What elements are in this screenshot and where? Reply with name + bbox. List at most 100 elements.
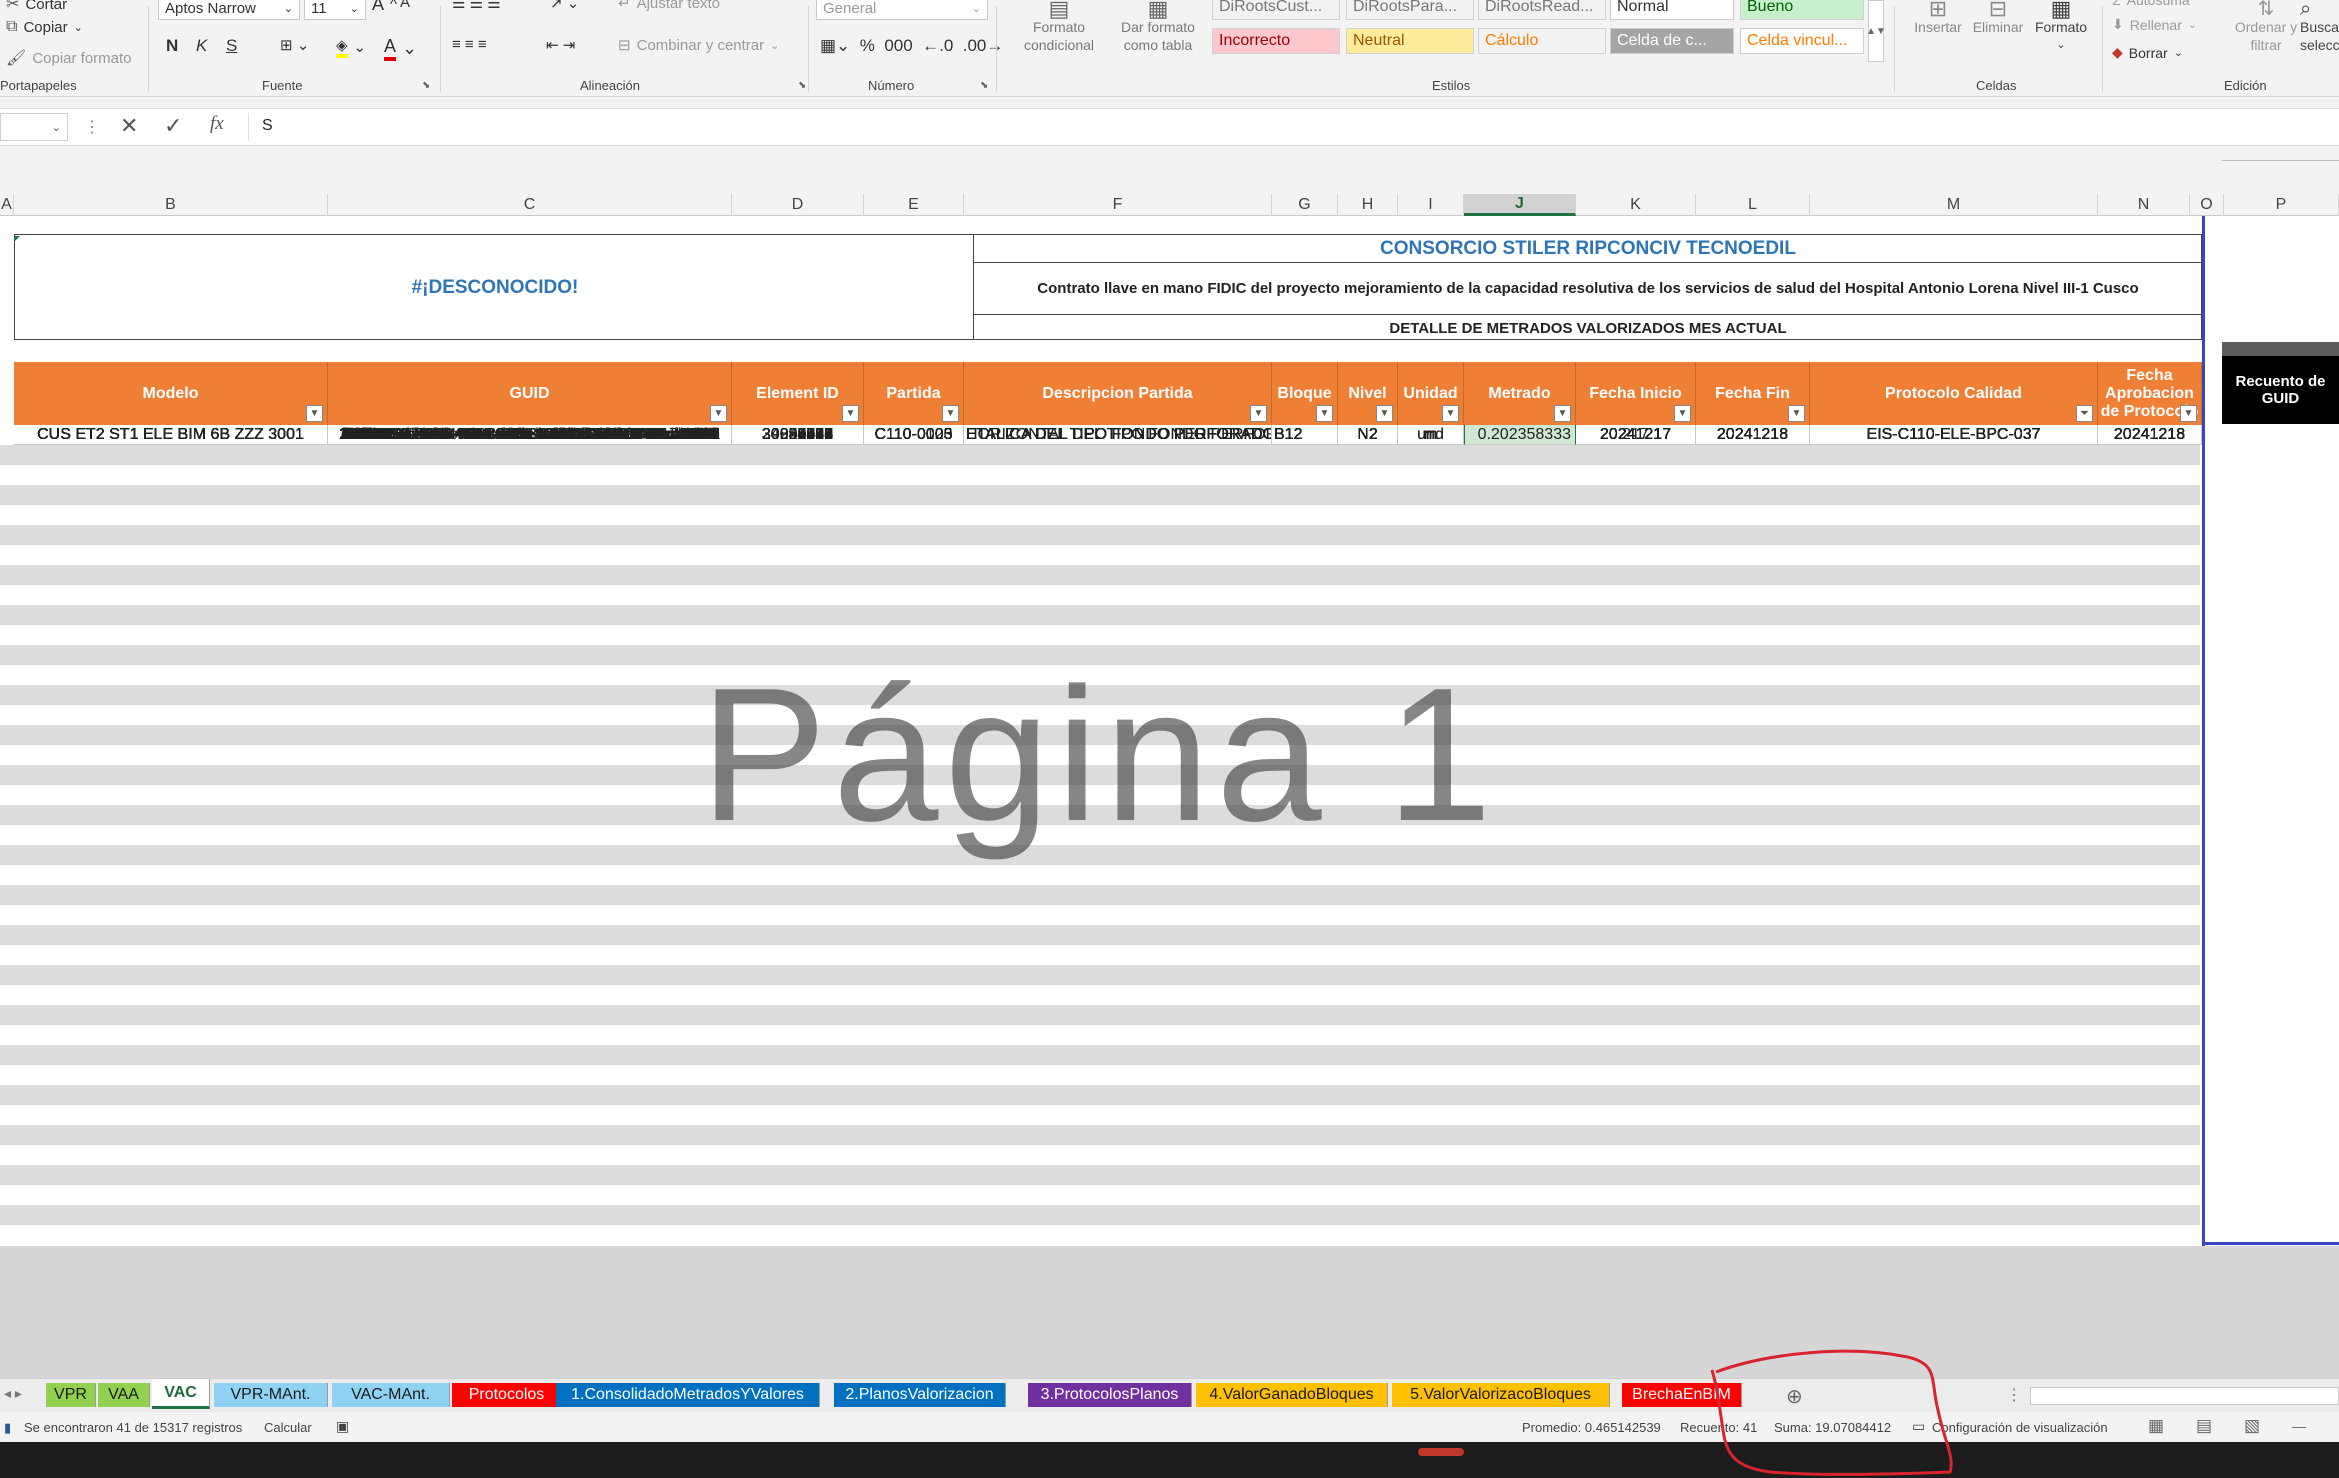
filter-dropdown-icon[interactable]: ▼: [1554, 405, 1571, 422]
cell-style-item[interactable]: Cálculo: [1478, 28, 1606, 54]
column-header-c[interactable]: C: [328, 194, 732, 216]
cell-style-item[interactable]: Incorrecto: [1212, 28, 1340, 54]
table-cell[interactable]: C110-0003: [864, 425, 964, 445]
italic-button[interactable]: K: [196, 36, 207, 56]
filter-dropdown-icon[interactable]: ▼: [1376, 405, 1393, 422]
sheet-tab[interactable]: 5.ValorValorizacoBloques: [1392, 1383, 1610, 1407]
sheet-tab[interactable]: 3.ProtocolosPlanos: [1028, 1383, 1192, 1407]
zoom-out-icon[interactable]: —: [2292, 1418, 2306, 1434]
column-header-i[interactable]: I: [1398, 194, 1464, 216]
cell-style-item[interactable]: DiRootsCust...: [1212, 0, 1340, 20]
sheet-tab[interactable]: VPR: [46, 1383, 96, 1407]
sheet-tab[interactable]: 4.ValorGanadoBloques: [1196, 1383, 1388, 1407]
calculate-button[interactable]: Calcular: [264, 1420, 312, 1435]
format-button[interactable]: ▦ Formato ⌄: [2028, 0, 2094, 54]
column-header-l[interactable]: L: [1696, 194, 1810, 216]
cell-style-item[interactable]: DiRootsRead...: [1478, 0, 1606, 20]
fill-button[interactable]: ⬇ Rellenar ⌄: [2112, 16, 2197, 33]
page-break-view-icon[interactable]: ▧: [2244, 1416, 2260, 1436]
font-size-box[interactable]: 11 ⌄: [304, 0, 366, 20]
insert-button[interactable]: ⊞ Insertar: [1906, 0, 1970, 36]
dialog-launcher-icon[interactable]: ⬊: [798, 80, 806, 91]
sheet-tab[interactable]: VAA: [98, 1383, 150, 1407]
sheet-tab[interactable]: VPR-MAnt.: [214, 1383, 328, 1407]
filter-dropdown-icon[interactable]: ▼: [710, 405, 727, 422]
filter-dropdown-icon[interactable]: ▼: [1250, 405, 1267, 422]
autosum-button[interactable]: Σ Autosuma: [2112, 0, 2190, 8]
column-header-m[interactable]: M: [1810, 194, 2098, 216]
wrap-text-button[interactable]: ↵ Ajustar texto: [618, 0, 720, 12]
dialog-launcher-icon[interactable]: ⬊: [980, 80, 988, 91]
table-cell[interactable]: m: [1398, 425, 1464, 445]
column-header-o[interactable]: O: [2190, 194, 2224, 216]
formula-input[interactable]: S: [262, 117, 273, 135]
cancel-icon[interactable]: ✕: [120, 113, 138, 139]
column-header-n[interactable]: N: [2098, 194, 2190, 216]
number-format-box[interactable]: General ⌄: [816, 0, 988, 20]
number-format-icons[interactable]: ▦⌄ % 000 ←.0 .00→: [820, 36, 1003, 56]
filter-dropdown-icon[interactable]: ▼: [942, 405, 959, 422]
column-header-g[interactable]: G: [1272, 194, 1338, 216]
normal-view-icon[interactable]: ▦: [2148, 1416, 2164, 1436]
filter-dropdown-icon[interactable]: ▼: [1674, 405, 1691, 422]
column-header-h[interactable]: H: [1338, 194, 1398, 216]
sheet-tab[interactable]: VAC: [152, 1379, 210, 1409]
font-name-box[interactable]: Aptos Narrow ⌄: [158, 0, 300, 20]
table-cell[interactable]: 30092361: [732, 425, 864, 445]
cell-style-item[interactable]: Normal: [1610, 0, 1734, 20]
sort-filter-button[interactable]: ⇅ Ordenar y filtrar: [2226, 0, 2306, 54]
accessibility-icon[interactable]: ▣: [336, 1418, 349, 1435]
gallery-scroll[interactable]: ▲▼: [1866, 0, 1886, 62]
format-as-table-button[interactable]: ▦ Dar formato como tabla: [1108, 0, 1208, 54]
filter-dropdown-icon[interactable]: ▼: [2180, 405, 2197, 422]
filter-dropdown-icon[interactable]: ▼: [1316, 405, 1333, 422]
table-cell[interactable]: 20241218: [2098, 425, 2202, 445]
indent-icon[interactable]: ⇤ ⇥: [546, 36, 575, 54]
table-cell[interactable]: ETALICA DEL TIPO FONDO PERFORADO: [964, 425, 1272, 445]
copy-button[interactable]: ⧉ Copiar ⌄: [6, 18, 83, 36]
table-cell[interactable]: N2: [1338, 425, 1398, 445]
worksheet-grid[interactable]: #¡DESCONOCIDO! CONSORCIO STILER RIPCONCI…: [0, 216, 2339, 1246]
enter-icon[interactable]: ✓: [164, 113, 182, 139]
cell-style-item[interactable]: Neutral: [1346, 28, 1474, 54]
sheet-tab[interactable]: VAC-MAnt.: [332, 1383, 450, 1407]
horizontal-scrollbar[interactable]: [2030, 1387, 2339, 1405]
dialog-launcher-icon[interactable]: ⬊: [422, 80, 430, 91]
table-cell[interactable]: e2110c69-3219-497c-943e-6473bb31cae4-01c…: [328, 425, 732, 445]
underline-button[interactable]: S: [226, 36, 237, 56]
insert-function-icon[interactable]: fx: [210, 113, 224, 135]
column-header-p[interactable]: P: [2224, 194, 2339, 216]
clear-button[interactable]: ◆ Borrar ⌄: [2112, 44, 2183, 61]
delete-button[interactable]: ⊟ Eliminar: [1966, 0, 2030, 36]
orientation-icon[interactable]: ↗ ⌄: [550, 0, 579, 12]
sheet-tab[interactable]: Protocolos: [452, 1383, 562, 1407]
fill-color-icon[interactable]: ◈ ⌄: [336, 36, 366, 58]
filter-active-icon[interactable]: ⏷: [2076, 405, 2093, 422]
table-cell[interactable]: EIS-C110-ELE-BPC-037: [1810, 425, 2098, 445]
tab-nav-icon[interactable]: ◂ ▸: [4, 1385, 22, 1402]
sheet-tab[interactable]: 1.ConsolidadoMetradosYValores: [556, 1383, 820, 1407]
increase-font-icon[interactable]: A ^: [372, 0, 397, 15]
column-header-b[interactable]: B: [14, 194, 328, 216]
filter-dropdown-icon[interactable]: ▼: [842, 405, 859, 422]
name-box[interactable]: ⌄: [0, 113, 68, 141]
cut-button[interactable]: ✂ Cortar: [6, 0, 67, 14]
column-header-d[interactable]: D: [732, 194, 864, 216]
table-cell[interactable]: 20241217: [1576, 425, 1696, 445]
conditional-format-button[interactable]: ▤ Formato condicional: [1010, 0, 1108, 54]
filter-dropdown-icon[interactable]: ▼: [306, 405, 323, 422]
cell-style-item[interactable]: DiRootsPara...: [1346, 0, 1474, 20]
decrease-font-icon[interactable]: Aˇ: [400, 0, 420, 11]
table-cell[interactable]: CUS ET2 ST1 ELE BIM 6B ZZZ 3001: [14, 425, 328, 445]
column-header-a[interactable]: A: [0, 194, 14, 216]
cell-style-item[interactable]: Celda de c...: [1610, 28, 1734, 54]
cell-style-item[interactable]: Celda vincul...: [1740, 28, 1864, 54]
more-icon[interactable]: ⋮: [2006, 1385, 2022, 1405]
bold-button[interactable]: N: [166, 36, 178, 56]
cell-style-item[interactable]: Bueno: [1740, 0, 1864, 20]
copy-format-button[interactable]: 🖌 Copiar formato: [6, 48, 132, 68]
column-header-f[interactable]: F: [964, 194, 1272, 216]
align-left-icon[interactable]: ≡ ≡ ≡: [452, 36, 487, 53]
column-header-e[interactable]: E: [864, 194, 964, 216]
borders-icon[interactable]: ⊞ ⌄: [280, 36, 309, 54]
